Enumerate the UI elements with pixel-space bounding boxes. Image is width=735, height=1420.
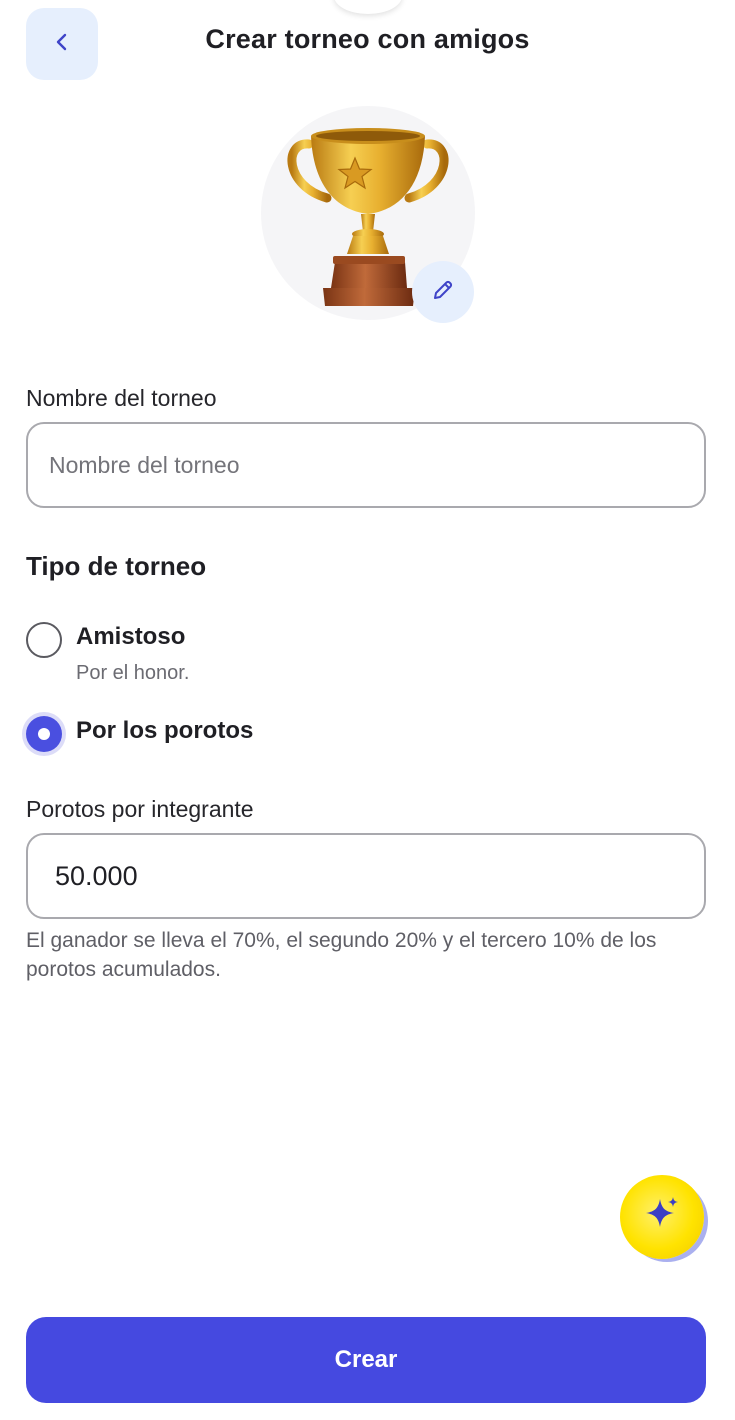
top-handle <box>334 0 402 14</box>
radio-button-checked[interactable] <box>26 716 62 752</box>
page-title: Crear torneo con amigos <box>205 24 530 54</box>
create-button[interactable]: Crear <box>26 1317 706 1403</box>
porotos-label: Porotos por integrante <box>26 796 254 822</box>
sparkle-fab-button[interactable] <box>620 1175 704 1259</box>
radio-button-unchecked[interactable] <box>26 622 62 658</box>
edit-avatar-button[interactable] <box>412 261 474 323</box>
tournament-type-title: Tipo de torneo <box>26 551 207 581</box>
pencil-icon <box>431 278 455 307</box>
sparkle-icon <box>640 1193 684 1242</box>
radio-label-por-los-porotos: Por los porotos <box>76 717 254 744</box>
radio-label-amistoso: Amistoso <box>76 623 186 650</box>
porotos-input[interactable] <box>26 833 706 919</box>
create-tournament-screen: Crear torneo con amigos Nombre del torne… <box>0 0 735 1420</box>
prize-distribution-text: El ganador se lleva el 70%, el segundo 2… <box>26 929 657 981</box>
tournament-name-input[interactable] <box>26 422 706 508</box>
radio-description-amistoso: Por el honor. <box>76 662 190 684</box>
tournament-name-label: Nombre del torneo <box>26 385 217 411</box>
